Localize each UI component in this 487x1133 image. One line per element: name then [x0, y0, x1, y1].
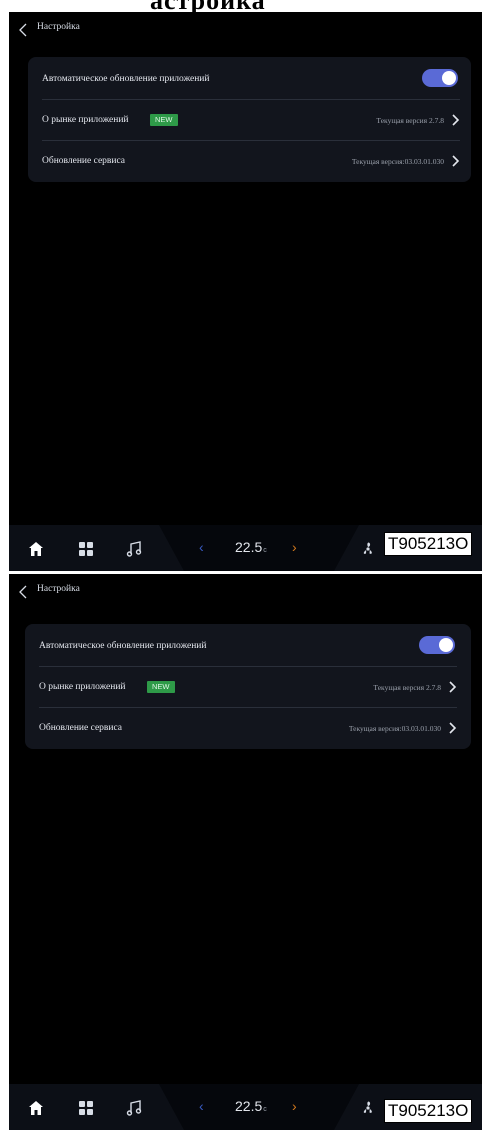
chevron-right-icon — [449, 681, 457, 693]
home-icon[interactable] — [27, 540, 45, 558]
market-row[interactable]: О рынке приложений NEW Текущая версия 2.… — [39, 667, 457, 708]
toggle-knob — [442, 71, 456, 85]
chevron-right-icon — [452, 114, 460, 126]
market-label: О рынке приложений — [42, 115, 129, 125]
temp-increase-button[interactable]: › — [292, 539, 297, 555]
temperature-display: 22.5c — [235, 1098, 267, 1114]
service-version: Текущая версия:03.03.01.030 — [348, 724, 441, 733]
service-version: Текущая версия:03.03.01.030 — [351, 157, 444, 166]
temp-decrease-button[interactable]: ‹ — [199, 1098, 204, 1114]
page-title: Настройка — [37, 584, 80, 594]
header: Настройка — [9, 574, 482, 608]
auto-update-row[interactable]: Автоматическое обновление приложений — [42, 59, 460, 100]
temperature-unit: c — [263, 1106, 267, 1113]
chevron-right-icon — [449, 722, 457, 734]
home-icon[interactable] — [27, 1099, 45, 1117]
music-icon[interactable] — [125, 540, 143, 558]
apps-grid-icon[interactable] — [77, 540, 95, 558]
auto-update-label: Автоматическое обновление приложений — [42, 74, 210, 84]
settings-card: Автоматическое обновление приложений О р… — [28, 57, 471, 182]
chevron-right-icon — [452, 155, 460, 167]
top-heading-text: астройка — [150, 0, 266, 12]
service-row[interactable]: Обновление сервиса Текущая версия:03.03.… — [39, 708, 457, 748]
toggle-knob — [439, 638, 453, 652]
service-label: Обновление сервиса — [39, 723, 123, 733]
auto-update-row[interactable]: Автоматическое обновление приложений — [39, 626, 457, 667]
watermark-label: T905213O — [384, 532, 473, 556]
market-label: О рынке приложений — [39, 682, 126, 692]
header: Настройка — [9, 12, 482, 46]
back-icon[interactable] — [15, 21, 33, 39]
market-version: Текущая версия 2.7.8 — [373, 683, 441, 692]
apps-grid-icon[interactable] — [77, 1099, 95, 1117]
temperature-display: 22.5c — [235, 539, 267, 555]
temp-increase-button[interactable]: › — [292, 1098, 297, 1114]
temp-decrease-button[interactable]: ‹ — [199, 539, 204, 555]
fan-icon[interactable] — [359, 540, 377, 558]
music-icon[interactable] — [125, 1099, 143, 1117]
temperature-value: 22.5 — [235, 1098, 263, 1114]
auto-update-label: Автоматическое обновление приложений — [39, 641, 207, 651]
new-badge: NEW — [150, 114, 178, 126]
auto-update-toggle[interactable] — [422, 69, 458, 87]
new-badge: NEW — [147, 681, 175, 693]
auto-update-toggle[interactable] — [419, 636, 455, 654]
fan-icon[interactable] — [359, 1099, 377, 1117]
back-icon[interactable] — [15, 583, 33, 601]
market-version: Текущая версия 2.7.8 — [376, 116, 444, 125]
page-title: Настройка — [37, 22, 80, 32]
market-row[interactable]: О рынке приложений NEW Текущая версия 2.… — [42, 100, 460, 141]
service-label: Обновление сервиса — [42, 156, 126, 166]
screen-first: Настройка Автоматическое обновление прил… — [9, 12, 482, 571]
screen-second: Настройка Автоматическое обновление прил… — [9, 574, 482, 1130]
watermark-label: T905213O — [384, 1099, 473, 1123]
temperature-value: 22.5 — [235, 539, 263, 555]
top-heading-fragment: астройка — [0, 0, 487, 12]
temperature-unit: c — [263, 547, 267, 554]
settings-card: Автоматическое обновление приложений О р… — [25, 624, 471, 749]
service-row[interactable]: Обновление сервиса Текущая версия:03.03.… — [42, 141, 460, 181]
